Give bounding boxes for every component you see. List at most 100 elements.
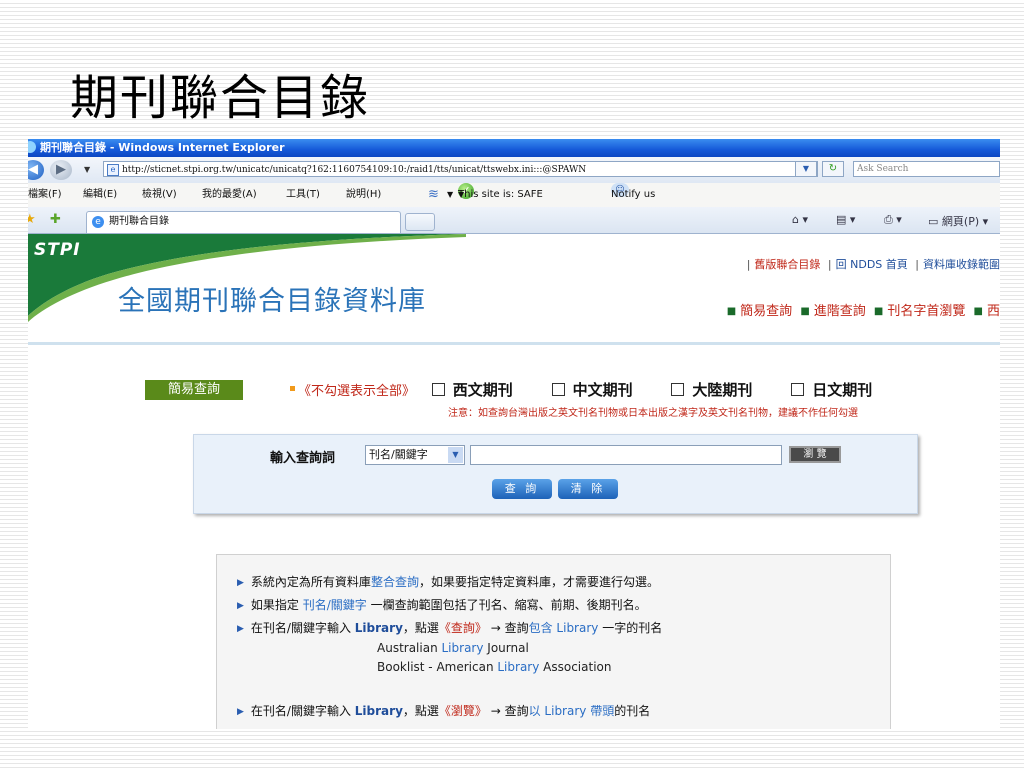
option-mainland: 大陸期刊 (692, 381, 753, 399)
url-field[interactable]: e http://sticnet.stpi.org.tw/unicatc/uni… (103, 161, 818, 177)
search-notice: 注意：如查詢台灣出版之英文刊名刊物或日本出版之漢字及英文刊名刊物，建議不作任何勾… (448, 408, 858, 419)
tab-bar: ★ ✚ e 期刊聯合目錄 ⌂ ▾ ▤ ▾ ⎙ ▾ ▭ 網頁(P) ▾ (28, 207, 1000, 234)
help-text: 系統內定為所有資料庫 (250, 575, 371, 589)
highlight: 包含 Library (528, 621, 599, 635)
menu-bar: 檔案(F) 編輯(E) 檢視(V) 我的最愛(A) 工具(T) 說明(H) ≋ … (28, 183, 1000, 208)
browser-screenshot: 期刊聯合目錄 - Windows Internet Explorer ◀ ▶ ▼… (28, 139, 1000, 729)
example-text: Association (539, 660, 612, 674)
example-text: Australian (377, 641, 442, 655)
help-text: 一欄查詢範圍包括了刊名、縮寫、前期、後期刊名。 (366, 598, 647, 612)
search-panel: 輸入查詢詞 刊名/關鍵字 ▼ 瀏 覽 查 詢 清 除 (193, 434, 918, 514)
menu-favorites[interactable]: 我的最愛(A) (202, 183, 257, 207)
untick-note: 《不勾選表示全部》 (298, 384, 416, 399)
nav-western[interactable]: 西 (987, 304, 1000, 319)
ie-icon (28, 141, 36, 153)
keyword: Library (354, 704, 403, 718)
search-input[interactable]: Ask Search (853, 161, 1000, 177)
bullet-icon (290, 386, 295, 391)
nav-links: ■ 簡易查詢 ■ 進階查詢 ■ 刊名字首瀏覽 ■ 西 (726, 304, 1000, 319)
query-input[interactable] (470, 445, 782, 465)
arrow-icon: ▶ (237, 707, 244, 717)
url-dropdown-icon[interactable]: ▼ (795, 161, 817, 177)
example-2: Booklist - American Library Association (377, 660, 611, 674)
window-title: 期刊聯合目錄 - Windows Internet Explorer (40, 141, 285, 154)
tab-title: 期刊聯合目錄 (109, 216, 169, 227)
help-text: → 查詢 (486, 621, 529, 635)
field-select[interactable]: 刊名/關鍵字 ▼ (365, 445, 465, 465)
menu-file[interactable]: 檔案(F) (28, 183, 62, 207)
help-item-4: ▶ 在刊名/關鍵字輸入 Library，點選《瀏覽》 → 查詢以 Library … (237, 702, 650, 719)
help-text: 的刊名 (614, 704, 651, 718)
checkbox-mainland[interactable] (671, 383, 685, 396)
help-box: ▶ 系統內定為所有資料庫整合查詢，如果要指定特定資料庫，才需要進行勾選。 ▶ 如果指… (216, 554, 891, 729)
example-1: Australian Library Journal (377, 641, 529, 655)
arrow-icon: ▶ (237, 624, 244, 634)
button-ref: 《瀏覽》 (438, 704, 487, 718)
site-banner: STPI 全國期刊聯合目錄資料庫 | 舊版聯合目錄 | 回 NDDS 首頁 | 資料庫… (28, 234, 1000, 345)
help-text: 在刊名/關鍵字輸入 (250, 704, 355, 718)
help-text: → 查詢 (486, 704, 529, 718)
menu-edit[interactable]: 編輯(E) (83, 183, 117, 207)
chevron-down-icon: ▼ (448, 447, 463, 463)
menu-view[interactable]: 檢視(V) (142, 183, 177, 207)
window-titlebar: 期刊聯合目錄 - Windows Internet Explorer (28, 139, 1000, 157)
checkbox-chinese[interactable] (551, 383, 565, 396)
ie-tab-icon: e (92, 216, 104, 228)
checkbox-western[interactable] (431, 383, 445, 396)
page-menu[interactable]: ▭ 網頁(P) ▾ (928, 213, 988, 229)
button-ref: 《查詢》 (438, 621, 487, 635)
database-options: 《不勾選表示全部》 西文期刊 中文期刊 大陸期刊 日文期刊 (290, 379, 872, 400)
favorites-star-icon[interactable]: ★ (28, 212, 36, 227)
search-placeholder: Ask Search (857, 164, 909, 174)
slide-title: 期刊聯合目錄 (70, 70, 371, 126)
help-item-1: ▶ 系統內定為所有資料庫整合查詢，如果要指定特定資料庫，才需要進行勾選。 (237, 573, 659, 590)
query-button[interactable]: 查 詢 (492, 479, 552, 499)
wifi-dropdown-icon[interactable]: ▼ (447, 183, 453, 207)
arrow-icon: ▶ (237, 578, 244, 588)
tab-active[interactable]: e 期刊聯合目錄 (86, 211, 401, 233)
help-text: 一字的刊名 (598, 621, 663, 635)
safe-status-text: This site is: SAFE (458, 189, 543, 200)
web-page: STPI 全國期刊聯合目錄資料庫 | 舊版聯合目錄 | 回 NDDS 首頁 | 資料庫… (28, 234, 1000, 729)
help-text: 在刊名/關鍵字輸入 (250, 621, 355, 635)
option-chinese: 中文期刊 (572, 381, 633, 399)
help-item-3: ▶ 在刊名/關鍵字輸入 Library，點選《查詢》 → 查詢包含 Library… (237, 619, 662, 636)
menu-tools[interactable]: 工具(T) (286, 183, 320, 207)
link-integrated-search[interactable]: 整合查詢 (371, 575, 419, 589)
clear-button[interactable]: 清 除 (558, 479, 618, 499)
help-item-2: ▶ 如果指定 刊名/關鍵字 一欄查詢範圍包括了刊名、縮寫、前期、後期刊名。 (237, 596, 647, 613)
help-text: 如果指定 (250, 598, 303, 612)
top-links: | 舊版聯合目錄 | 回 NDDS 首頁 | 資料庫收錄範圍 (746, 258, 1000, 271)
option-western: 西文期刊 (452, 381, 513, 399)
safe-dropdown-icon: ▼ (458, 190, 465, 199)
wifi-icon[interactable]: ≋ (428, 183, 439, 207)
history-dropdown-icon[interactable]: ▼ (84, 165, 90, 174)
help-text: ，點選 (402, 621, 439, 635)
link-title-keyword[interactable]: 刊名/關鍵字 (303, 598, 367, 612)
field-select-value: 刊名/關鍵字 (369, 448, 428, 461)
checkbox-japanese[interactable] (791, 383, 805, 396)
keyword: Library (354, 621, 403, 635)
feeds-icon[interactable]: ▤ ▾ (836, 213, 855, 226)
nav-simple[interactable]: 簡易查詢 (740, 304, 792, 319)
home-icon[interactable]: ⌂ ▾ (792, 213, 808, 226)
nav-title-browse[interactable]: 刊名字首瀏覽 (887, 304, 965, 319)
address-bar: ◀ ▶ ▼ e http://sticnet.stpi.org.tw/unica… (28, 157, 1000, 184)
add-favorite-icon[interactable]: ✚ (50, 212, 61, 227)
new-tab-button[interactable] (405, 213, 435, 231)
browse-button[interactable]: 瀏 覽 (789, 446, 841, 463)
nav-advanced[interactable]: 進階查詢 (814, 304, 866, 319)
link-old-catalog[interactable]: 舊版聯合目錄 (754, 258, 820, 271)
banner-divider (28, 342, 1000, 345)
forward-button[interactable]: ▶ (50, 160, 72, 180)
link-coverage[interactable]: 資料庫收錄範圍 (923, 258, 1000, 271)
simple-search-label: 簡易查詢 (145, 380, 243, 400)
help-text: ，如果要指定特定資料庫，才需要進行勾選。 (418, 575, 659, 589)
back-button[interactable]: ◀ (28, 160, 44, 180)
link-ndds-home[interactable]: 回 NDDS 首頁 (836, 258, 908, 271)
refresh-icon[interactable]: ↻ (822, 161, 844, 177)
print-icon[interactable]: ⎙ ▾ (884, 213, 902, 227)
example-keyword: Library (441, 641, 484, 655)
highlight: 以 Library 帶頭 (528, 704, 615, 718)
menu-help[interactable]: 說明(H) (346, 183, 381, 207)
